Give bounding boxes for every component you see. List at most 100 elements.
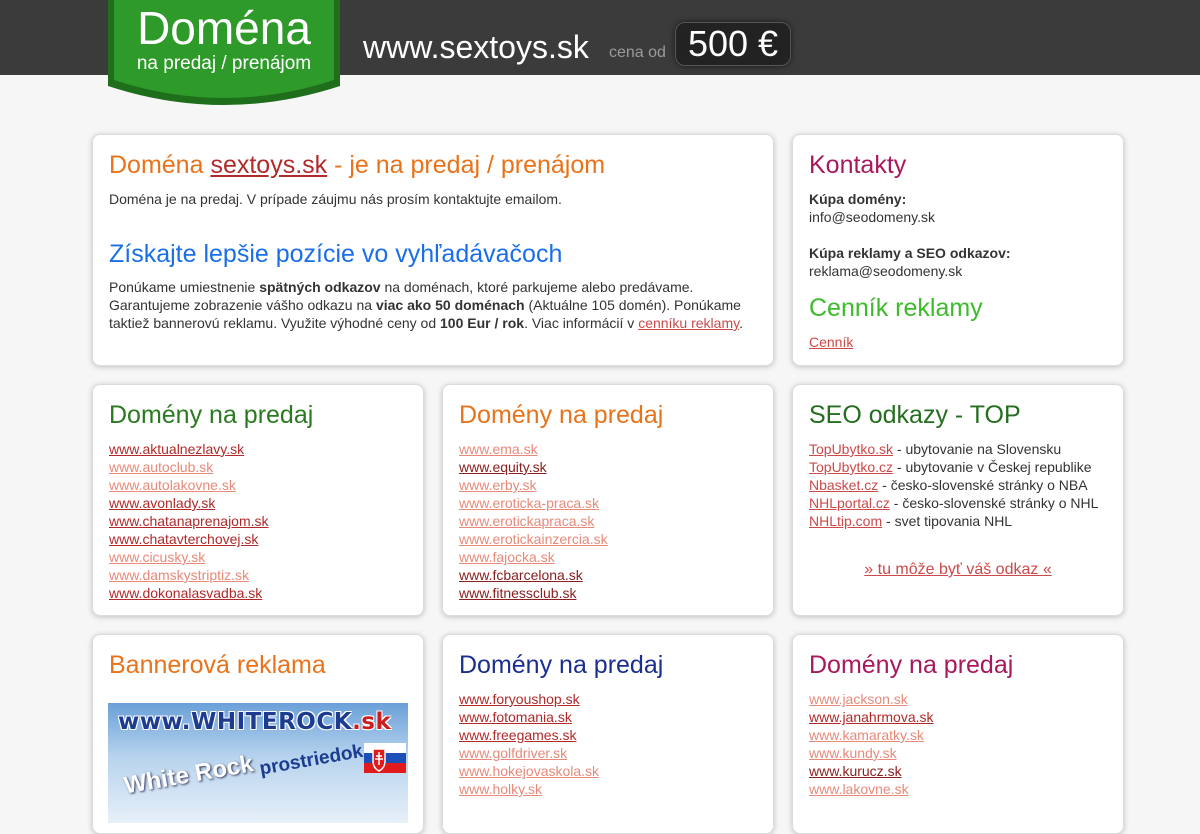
- seo-offer-b1: spätných odkazov: [259, 279, 381, 295]
- intro-text: Doména je na predaj. V prípade záujmu ná…: [109, 191, 562, 207]
- seo-links-card: SEO odkazy - TOP TopUbytko.sk - ubytovan…: [792, 384, 1124, 616]
- list-item: www.janahrmova.sk: [809, 708, 934, 726]
- site-domain: www.sextoys.sk: [363, 29, 589, 65]
- domain-link[interactable]: www.erotickainzercia.sk: [459, 531, 608, 547]
- domain-link[interactable]: www.ema.sk: [459, 441, 538, 457]
- domain-link[interactable]: www.chatanaprenajom.sk: [109, 513, 269, 529]
- list-item: TopUbytko.cz - ubytovanie v Českej repub…: [809, 458, 1098, 476]
- domain-link[interactable]: www.equity.sk: [459, 459, 547, 475]
- list-item: www.chatanaprenajom.sk: [109, 512, 269, 530]
- pricing-link[interactable]: Cenník: [809, 334, 853, 350]
- domain-link[interactable]: www.fcbarcelona.sk: [459, 567, 583, 583]
- domain-link[interactable]: www.chatavterchovej.sk: [109, 531, 258, 547]
- list-item: www.autolakovne.sk: [109, 476, 269, 494]
- seo-link[interactable]: Nbasket.cz: [809, 477, 878, 493]
- banner-sub: prostriedok: [258, 740, 365, 780]
- banner-ad[interactable]: www.WHITEROCK.sk White Rock prostriedok: [108, 703, 408, 823]
- intro-domain-link[interactable]: sextoys.sk: [210, 151, 327, 179]
- domain-link[interactable]: www.autolakovne.sk: [109, 477, 236, 493]
- ads-email: reklama@seodomeny.sk: [809, 263, 963, 279]
- domain-link[interactable]: www.autoclub.sk: [109, 459, 213, 475]
- list-item: www.erotickainzercia.sk: [459, 530, 608, 548]
- list-item: www.aktualnezlavy.sk: [109, 440, 269, 458]
- domain-link[interactable]: www.fajocka.sk: [459, 549, 555, 565]
- pricing-inline-link[interactable]: cenníku reklamy: [638, 315, 739, 331]
- domain-link[interactable]: www.fitnessclub.sk: [459, 585, 576, 601]
- domains-sale-card-1: Domény na predaj www.aktualnezlavy.sk ww…: [92, 384, 424, 616]
- seo-desc: - ubytovanie na Slovensku: [893, 441, 1062, 457]
- domain-link[interactable]: www.dokonalasvadba.sk: [109, 585, 262, 601]
- banner-url-tld: .sk: [352, 709, 392, 735]
- seo-link[interactable]: NHLportal.cz: [809, 495, 890, 511]
- contacts-title: Kontakty: [809, 151, 907, 179]
- domain-link[interactable]: www.kurucz.sk: [809, 763, 902, 779]
- sale3-list: www.foryoushop.sk www.fotomania.sk www.f…: [459, 690, 599, 798]
- buy-email: info@seodomeny.sk: [809, 209, 936, 225]
- list-item: www.dokonalasvadba.sk: [109, 584, 269, 602]
- domain-link[interactable]: www.hokejovaskola.sk: [459, 763, 599, 779]
- intro-title-prefix: Doména: [109, 151, 211, 179]
- list-item: www.fitnessclub.sk: [459, 584, 608, 602]
- ads-label: Kúpa reklamy a SEO odkazov:: [809, 244, 1011, 262]
- seo-offer-text: Ponúkame umiestnenie spätných odkazov na…: [109, 278, 759, 332]
- seo-link[interactable]: NHLtip.com: [809, 513, 882, 529]
- list-item: www.chatavterchovej.sk: [109, 530, 269, 548]
- list-item: www.hokejovaskola.sk: [459, 762, 599, 780]
- list-item: www.kurucz.sk: [809, 762, 934, 780]
- list-item: www.golfdriver.sk: [459, 744, 599, 762]
- domain-link[interactable]: www.freegames.sk: [459, 727, 576, 743]
- buy-label-text: Kúpa domény:: [809, 191, 907, 207]
- domain-link[interactable]: www.aktualnezlavy.sk: [109, 441, 244, 457]
- seo-cta-link[interactable]: » tu môže byť váš odkaz «: [864, 561, 1051, 578]
- domain-link[interactable]: www.holky.sk: [459, 781, 542, 797]
- intro-title: Doména sextoys.sk - je na predaj / prená…: [109, 150, 605, 180]
- list-item: www.freegames.sk: [459, 726, 599, 744]
- domain-link[interactable]: www.lakovne.sk: [809, 781, 909, 797]
- domain-link[interactable]: www.eroticka-praca.sk: [459, 495, 599, 511]
- domain-link[interactable]: www.damskystriptiz.sk: [109, 567, 249, 583]
- banner-title: Bannerová reklama: [109, 651, 326, 679]
- intro-title-suffix: - je na predaj / prenájom: [327, 151, 606, 179]
- domain-link[interactable]: www.jackson.sk: [809, 691, 908, 707]
- sale2-list: www.ema.sk www.equity.sk www.erby.sk www…: [459, 440, 608, 602]
- list-item: www.fcbarcelona.sk: [459, 566, 608, 584]
- domain-link[interactable]: www.janahrmova.sk: [809, 709, 934, 725]
- list-item: www.erby.sk: [459, 476, 608, 494]
- list-item: www.damskystriptiz.sk: [109, 566, 269, 584]
- contacts-card: Kontakty Kúpa domény: info@seodomeny.sk …: [792, 134, 1124, 366]
- seo-desc: - česko-slovenské stránky o NBA: [878, 477, 1088, 493]
- domain-link[interactable]: www.cicusky.sk: [109, 549, 205, 565]
- sale1-list: www.aktualnezlavy.sk www.autoclub.sk www…: [109, 440, 269, 602]
- seo-title: SEO odkazy - TOP: [809, 401, 1021, 429]
- domain-link[interactable]: www.golfdriver.sk: [459, 745, 567, 761]
- seo-cta-wrap: » tu môže byť váš odkaz «: [793, 560, 1123, 580]
- seo-offer-t1: Ponúkame umiestnenie: [109, 279, 260, 295]
- sale2-title: Domény na predaj: [459, 401, 664, 429]
- banner-slogan: White Rock: [122, 750, 256, 800]
- domain-link[interactable]: www.fotomania.sk: [459, 709, 572, 725]
- domain-link[interactable]: www.erby.sk: [459, 477, 537, 493]
- domain-link[interactable]: www.kamaratky.sk: [809, 727, 924, 743]
- list-item: www.fajocka.sk: [459, 548, 608, 566]
- sale3-title: Domény na predaj: [459, 651, 664, 679]
- seo-link[interactable]: TopUbytko.cz: [809, 459, 893, 475]
- domain-link[interactable]: www.erotickapraca.sk: [459, 513, 594, 529]
- list-item: www.erotickapraca.sk: [459, 512, 608, 530]
- domain-link[interactable]: www.foryoushop.sk: [459, 691, 580, 707]
- seo-offer-t4: . Viac informácií v: [524, 315, 639, 331]
- seo-link[interactable]: TopUbytko.sk: [809, 441, 893, 457]
- list-item: www.equity.sk: [459, 458, 608, 476]
- domain-link[interactable]: www.avonlady.sk: [109, 495, 215, 511]
- list-item: Nbasket.cz - česko-slovenské stránky o N…: [809, 476, 1098, 494]
- list-item: www.jackson.sk: [809, 690, 934, 708]
- seo-list: TopUbytko.sk - ubytovanie na Slovensku T…: [809, 440, 1098, 530]
- buy-label: Kúpa domény:: [809, 190, 906, 208]
- domain-sale-badge: Doména na predaj / prenájom: [108, 0, 340, 112]
- domain-link[interactable]: www.kundy.sk: [809, 745, 897, 761]
- banner-card: Bannerová reklama www.WHITEROCK.sk White…: [92, 634, 424, 834]
- list-item: www.cicusky.sk: [109, 548, 269, 566]
- list-item: www.ema.sk: [459, 440, 608, 458]
- list-item: www.kamaratky.sk: [809, 726, 934, 744]
- list-item: www.lakovne.sk: [809, 780, 934, 798]
- pricing-link-wrap: Cenník: [809, 333, 853, 351]
